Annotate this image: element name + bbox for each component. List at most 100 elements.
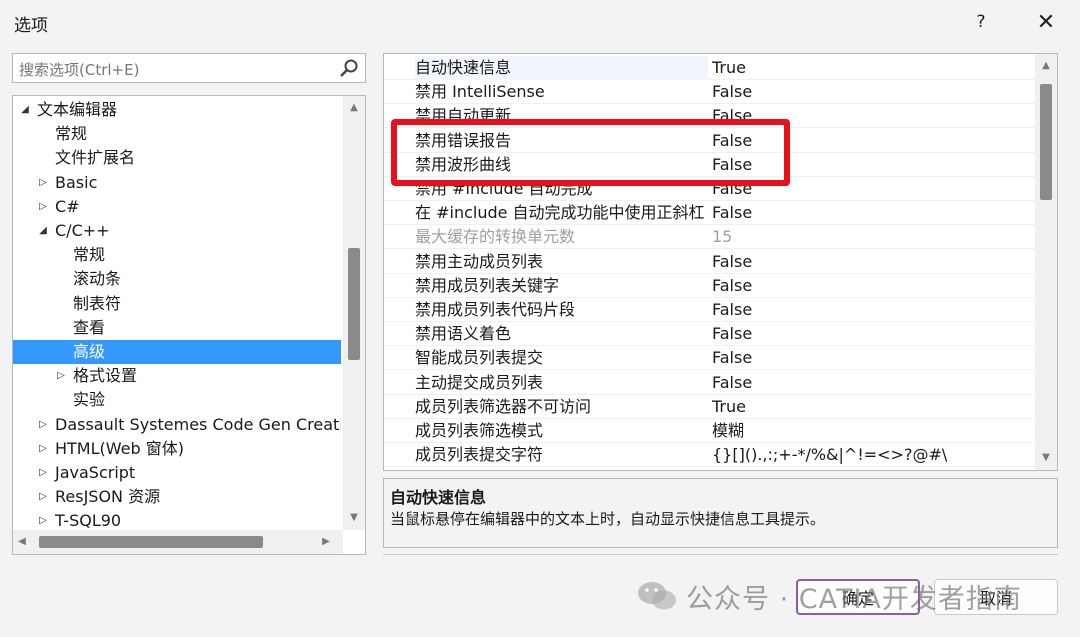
expand-arrow-icon[interactable]: ▷ [37, 195, 49, 219]
tree-item[interactable]: ▷ Basic [13, 171, 341, 195]
property-value[interactable]: False [712, 298, 1032, 322]
tree-item[interactable]: ▷ Dassault Systemes Code Gen Creation [13, 413, 341, 437]
expand-arrow-icon[interactable]: ▷ [37, 461, 49, 485]
property-row[interactable]: 禁用语义着色 False [384, 322, 1035, 347]
property-row[interactable]: 自动快速信息 True [384, 56, 1035, 80]
property-row[interactable]: 成员列表筛选器不可访问 True [384, 395, 1035, 419]
tree-item[interactable]: ▷ T-SQL90 [13, 509, 341, 533]
property-row[interactable]: 禁用成员列表关键字 False [384, 274, 1035, 298]
tree-item[interactable]: 文件扩展名 [13, 146, 341, 170]
expand-arrow-icon[interactable]: ▷ [37, 171, 49, 195]
property-row[interactable]: 成员列表提交字符 {}[]().,:;+-*/%&|^!=<>?@#\ [384, 443, 1035, 468]
property-name: 自动快速信息 [415, 56, 708, 80]
property-name: 禁用 IntelliSense [415, 82, 545, 102]
tree-item[interactable]: ▷ HTML(Web 窗体) [13, 437, 341, 461]
tree-item-label: T-SQL90 [55, 511, 122, 531]
property-row[interactable]: 禁用成员列表代码片段 False [384, 298, 1035, 322]
scroll-up-arrow-icon[interactable]: ▲ [1035, 60, 1057, 71]
property-row[interactable]: 最大缓存的转换单元数 15 [384, 225, 1035, 250]
property-name: 禁用成员列表代码片段 [415, 300, 576, 319]
close-button[interactable]: ✕ [1031, 8, 1061, 36]
tree-item-label: HTML(Web 窗体) [55, 438, 184, 458]
tree-item-label: JavaScript [55, 463, 136, 482]
tree-item-label: Basic [55, 172, 98, 192]
tree-item-label: 格式设置 [73, 366, 138, 386]
property-row[interactable]: 智能成员列表提交 False [384, 346, 1035, 371]
tree-item[interactable]: ◢ C/C++ [13, 219, 341, 243]
tree-item-label: 实验 [73, 390, 106, 410]
property-name: 最大缓存的转换单元数 [415, 227, 576, 247]
property-value[interactable]: True [712, 395, 1032, 419]
scrollbar-thumb[interactable] [39, 536, 263, 548]
tree-horizontal-scrollbar[interactable]: ◀ ▶ [13, 530, 343, 554]
expand-arrow-icon[interactable]: ▷ [55, 364, 67, 388]
tree-item[interactable]: ▷ C# [13, 195, 341, 219]
tree-item[interactable]: 高级 [13, 340, 341, 364]
help-button[interactable]: ? [966, 8, 996, 36]
expand-arrow-icon[interactable]: ▷ [37, 413, 49, 437]
property-row[interactable]: 禁用 IntelliSense False [384, 80, 1035, 105]
tree-item-label: ResJSON 资源 [55, 487, 161, 507]
search-input[interactable]: 搜索选项(Ctrl+E) [19, 59, 139, 80]
tree-item[interactable]: 滚动条 [13, 267, 341, 291]
scrollbar-thumb[interactable] [1040, 84, 1052, 200]
property-grid[interactable]: 自动调整代码格式的转换单元数 5 成员列表提交字符 {}[]().,:;+-*/%&|… [383, 53, 1058, 471]
property-value[interactable]: 15 [712, 225, 1032, 249]
property-value[interactable]: False [712, 80, 1032, 104]
grid-vertical-scrollbar[interactable]: ▲ ▼ [1035, 54, 1057, 470]
tree-vertical-scrollbar[interactable]: ▲ ▼ [343, 96, 365, 530]
tree-item-label: 常规 [73, 245, 106, 265]
tree-item[interactable]: 常规 [13, 243, 341, 267]
collapse-arrow-icon[interactable]: ◢ [19, 98, 31, 122]
search-icon[interactable] [339, 58, 359, 78]
tree-item[interactable]: ◢ 文本编辑器 [13, 98, 341, 122]
property-value[interactable]: {}[]().,:;+-*/%&|^!=<>?@#\ [712, 443, 1032, 467]
property-row[interactable]: 在 #include 自动完成功能中使用正斜杠 False [384, 201, 1035, 226]
property-value[interactable]: 5 [712, 467, 1032, 470]
tree-item-label: 滚动条 [73, 269, 122, 289]
tree-item-label: 高级 [73, 342, 106, 361]
property-row[interactable]: 成员列表筛选模式 模糊 [384, 419, 1035, 443]
tree-item-label: 文件扩展名 [55, 148, 136, 168]
scroll-left-arrow-icon[interactable]: ◀ [15, 536, 29, 547]
property-value[interactable]: False [712, 322, 1032, 346]
property-name: 在 #include 自动完成功能中使用正斜杠 [415, 203, 705, 223]
expand-arrow-icon[interactable]: ▷ [37, 485, 49, 509]
options-tree[interactable]: ▲ ▼ ◀ ▶ ◢ 文本编辑器 常规 文件扩展名 ▷ Basic ▷ C# ◢ C/C++ 常规 滚动… [12, 95, 366, 555]
tree-item[interactable]: ▷ 格式设置 [13, 364, 341, 388]
expand-arrow-icon[interactable]: ▷ [37, 509, 49, 533]
property-row[interactable]: 自动调整代码格式的转换单元数 5 [384, 467, 1035, 470]
scroll-up-arrow-icon[interactable]: ▲ [343, 102, 365, 113]
property-row[interactable]: 主动提交成员列表 False [384, 371, 1035, 395]
highlight-box [391, 119, 790, 186]
property-name: 成员列表筛选模式 [415, 421, 544, 440]
tree-item[interactable]: ▷ JavaScript [13, 461, 341, 485]
property-value[interactable]: False [712, 371, 1032, 395]
tree-item-label: 制表符 [73, 293, 122, 313]
scroll-down-arrow-icon[interactable]: ▼ [1035, 452, 1057, 463]
scroll-right-arrow-icon[interactable]: ▶ [319, 536, 333, 547]
watermark-text: 公众号 · CATIA开发者指南 [686, 583, 1022, 615]
scroll-down-arrow-icon[interactable]: ▼ [343, 512, 365, 523]
tree-item[interactable]: 实验 [13, 388, 341, 412]
property-value[interactable]: False [712, 201, 1032, 225]
property-value[interactable]: True [712, 56, 1032, 80]
tree-item-label: Dassault Systemes Code Gen Creation [55, 414, 341, 434]
collapse-arrow-icon[interactable]: ◢ [37, 219, 49, 243]
search-box[interactable]: 搜索选项(Ctrl+E) [12, 53, 366, 83]
tree-item[interactable]: 查看 [13, 316, 341, 340]
scrollbar-thumb[interactable] [348, 248, 360, 360]
property-name: 主动提交成员列表 [415, 372, 544, 392]
property-name: 禁用主动成员列表 [415, 251, 544, 271]
property-value[interactable]: False [712, 274, 1032, 298]
property-value[interactable]: False [712, 250, 1032, 274]
description-text: 当鼠标悬停在编辑器中的文本上时，自动显示快捷信息工具提示。 [390, 510, 826, 528]
tree-item[interactable]: ▷ ResJSON 资源 [13, 485, 341, 509]
tree-item[interactable]: 制表符 [13, 292, 341, 316]
property-value[interactable]: 模糊 [712, 419, 1032, 443]
watermark: 公众号 · CATIA开发者指南 [636, 576, 1022, 616]
expand-arrow-icon[interactable]: ▷ [37, 437, 49, 461]
property-row[interactable]: 禁用主动成员列表 False [384, 250, 1035, 274]
tree-item[interactable]: 常规 [13, 122, 341, 146]
property-value[interactable]: False [712, 346, 1032, 370]
